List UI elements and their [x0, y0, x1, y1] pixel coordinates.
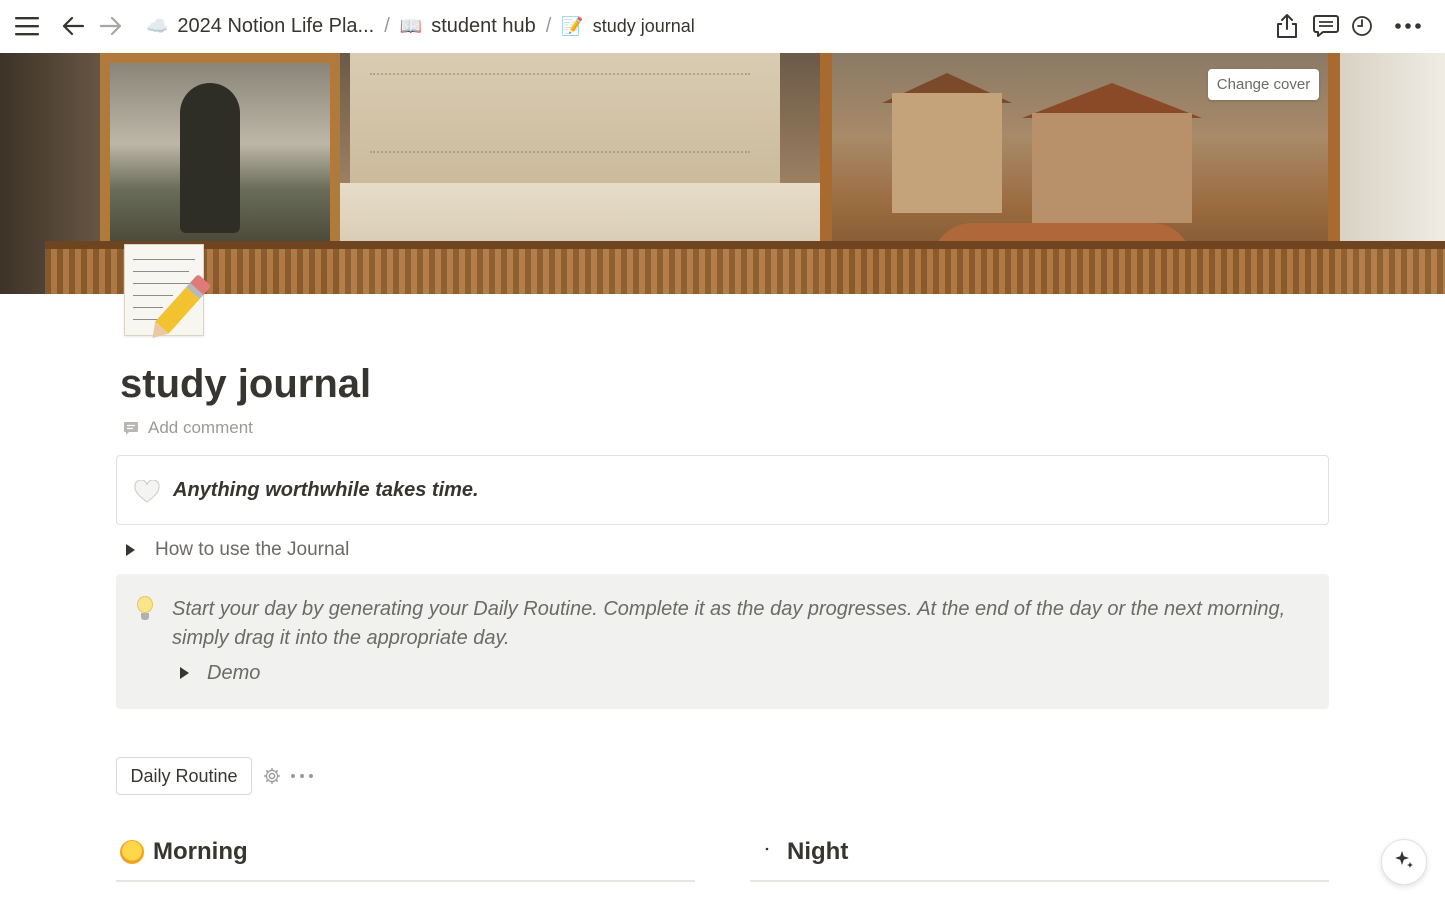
daily-routine-button[interactable]: Daily Routine: [116, 757, 252, 795]
forward-arrow-icon[interactable]: [96, 11, 126, 41]
demo-label: Demo: [207, 661, 261, 684]
toggle-label: How to use the Journal: [155, 539, 350, 560]
toggle-demo[interactable]: Demo: [178, 661, 260, 685]
heading-divider: [750, 880, 1329, 882]
toggle-how-to-use[interactable]: How to use the Journal: [120, 538, 349, 562]
heading-label: Night: [787, 838, 849, 865]
back-arrow-icon[interactable]: [58, 11, 88, 41]
breadcrumb-item-student-hub[interactable]: 📖 student hub: [400, 15, 536, 38]
change-cover-button[interactable]: Change cover: [1208, 69, 1319, 100]
breadcrumb-separator: /: [545, 15, 552, 37]
comment-icon: [123, 421, 139, 436]
share-icon[interactable]: [1272, 11, 1302, 41]
info-callout[interactable]: Start your day by generating your Daily …: [116, 574, 1329, 709]
history-clock-icon[interactable]: [1347, 11, 1377, 41]
add-comment-button[interactable]: Add comment: [123, 417, 253, 439]
breadcrumb-label: study journal: [592, 16, 695, 36]
menu-icon[interactable]: [12, 11, 42, 41]
moon-icon: [756, 839, 778, 865]
memo-icon: 📝: [561, 16, 584, 36]
info-callout-text: Start your day by generating your Daily …: [172, 598, 1286, 649]
breadcrumb-label: 2024 Notion Life Pla...: [177, 15, 375, 37]
add-comment-label: Add comment: [148, 418, 253, 437]
breadcrumb-label: student hub: [431, 15, 536, 37]
page-title[interactable]: study journal: [120, 362, 371, 407]
cloud-icon: ☁️: [146, 16, 169, 36]
toggle-triangle-icon: [180, 667, 189, 679]
breadcrumb-separator: /: [384, 15, 390, 37]
quote-text: Anything worthwhile takes time.: [173, 479, 479, 501]
heading-divider: [116, 880, 695, 882]
heading-night[interactable]: Night: [756, 836, 848, 868]
quote-callout[interactable]: Anything worthwhile takes time.: [116, 455, 1329, 525]
toggle-triangle-icon: [126, 544, 135, 556]
comments-icon[interactable]: [1311, 11, 1341, 41]
sparkle-icon: [1393, 849, 1415, 876]
top-bar: ☁️ 2024 Notion Life Pla... / 📖 student h…: [0, 0, 1445, 53]
sun-icon: [120, 840, 144, 864]
heading-label: Morning: [153, 838, 248, 865]
breadcrumb-item-life-planner[interactable]: ☁️ 2024 Notion Life Pla...: [146, 15, 374, 38]
more-options-icon[interactable]: [1393, 11, 1423, 41]
heading-morning[interactable]: Morning: [120, 836, 248, 868]
light-bulb-icon: [136, 596, 154, 622]
white-heart-icon: [134, 479, 160, 509]
button-more-icon[interactable]: [291, 767, 313, 785]
breadcrumb-item-study-journal[interactable]: 📝 study journal: [561, 16, 694, 37]
ai-assistant-button[interactable]: [1381, 839, 1427, 885]
breadcrumb: ☁️ 2024 Notion Life Pla... / 📖 student h…: [146, 0, 695, 53]
gear-icon[interactable]: [263, 767, 281, 785]
open-book-icon: 📖: [399, 16, 423, 36]
page-memo-icon[interactable]: [124, 244, 212, 345]
